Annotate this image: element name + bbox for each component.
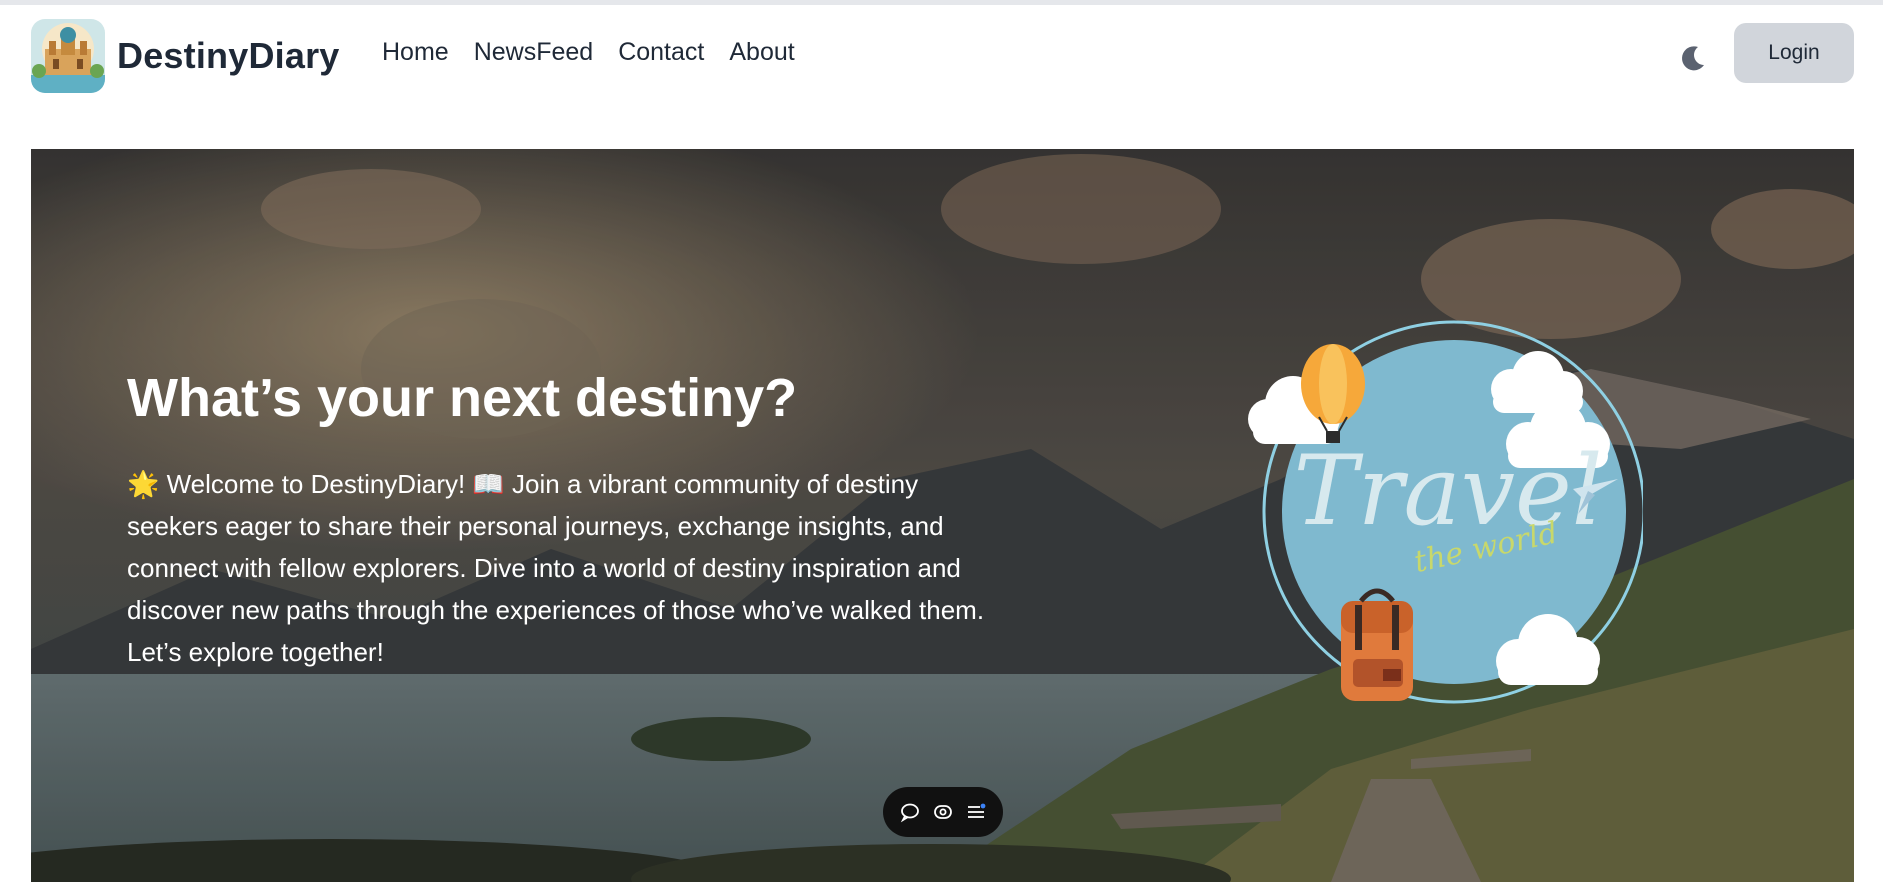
- nav-contact[interactable]: Contact: [618, 38, 704, 67]
- logo-image: [31, 19, 105, 93]
- login-button[interactable]: Login: [1734, 23, 1854, 83]
- hero-description: 🌟 Welcome to DestinyDiary! 📖 Join a vibr…: [127, 469, 985, 667]
- moon-icon: [1682, 46, 1704, 71]
- eye-icon: [934, 805, 952, 819]
- main-nav: Home NewsFeed Contact About: [382, 38, 795, 67]
- travel-badge-illustration: Travel the world: [1248, 320, 1643, 704]
- view-button[interactable]: [930, 799, 956, 825]
- comment-icon: [900, 803, 919, 823]
- list-button[interactable]: [963, 799, 989, 825]
- brand-link[interactable]: DestinyDiary: [31, 19, 340, 93]
- floating-toolbar: [883, 787, 1003, 837]
- theme-toggle-button[interactable]: [1676, 41, 1710, 75]
- comment-button[interactable]: [897, 799, 923, 825]
- nav-about[interactable]: About: [729, 38, 794, 67]
- list-icon: [968, 803, 986, 818]
- hero-title: What’s your next destiny?: [127, 368, 798, 428]
- nav-newsfeed[interactable]: NewsFeed: [474, 38, 594, 67]
- site-header: DestinyDiary Home NewsFeed Contact About…: [0, 5, 1883, 100]
- brand-name: DestinyDiary: [117, 35, 340, 76]
- hero-section: What’s your next destiny? 🌟 Welcome to D…: [31, 149, 1854, 882]
- nav-home[interactable]: Home: [382, 38, 449, 67]
